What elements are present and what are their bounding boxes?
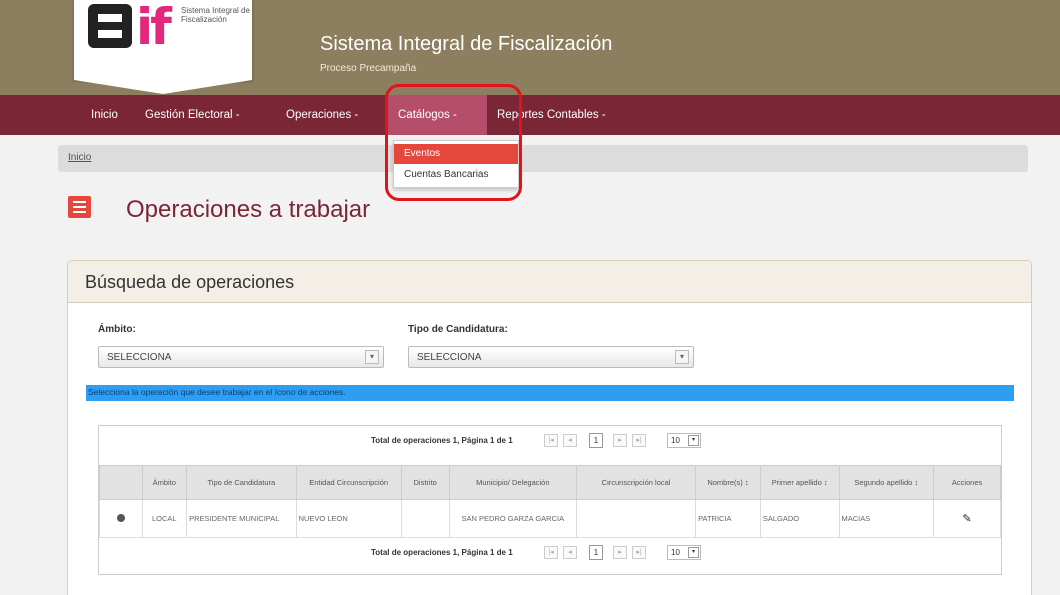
select-arrow-icon: ▾: [675, 350, 689, 364]
info-message: Selecciona la operación que desee trabaj…: [88, 387, 346, 397]
nav-item-gestion-electoral[interactable]: Gestión Electoral -: [145, 95, 240, 135]
table-header-row: Ámbito Tipo de Candidatura Entidad Circu…: [99, 465, 1001, 500]
pager-summary: Total de operaciones 1, Página 1 de 1: [371, 548, 513, 557]
column-header[interactable]: Nombre(s) ↕: [695, 465, 761, 500]
tipo-candidatura-select[interactable]: SELECCIONA ▾: [408, 346, 694, 368]
pager-summary: Total de operaciones 1, Página 1 de 1: [371, 436, 513, 445]
next-page-button[interactable]: ▸: [613, 546, 627, 559]
actions-cell[interactable]: ✎: [933, 499, 1001, 538]
current-page[interactable]: 1: [589, 433, 603, 448]
table-cell: SAN PEDRO GARZA GARCIA: [448, 499, 578, 538]
edit-pencil-icon[interactable]: ✎: [962, 513, 971, 525]
table-cell: [400, 499, 450, 538]
radio-select-icon[interactable]: [116, 513, 125, 522]
first-page-button[interactable]: |◂: [544, 434, 558, 447]
column-header[interactable]: Entidad Circunscripción: [295, 465, 402, 500]
first-page-button[interactable]: |◂: [544, 546, 558, 559]
operations-table: Ámbito Tipo de Candidatura Entidad Circu…: [99, 465, 1001, 538]
sif-logo[interactable]: if Sistema Integral de Fiscalización: [74, 0, 252, 94]
page-size-select[interactable]: 10 ▾: [667, 545, 701, 560]
nav-item-inicio[interactable]: Inicio: [91, 95, 118, 135]
panel-title: Búsqueda de operaciones: [85, 272, 295, 292]
last-page-button[interactable]: ▸|: [632, 434, 646, 447]
logo-if-mark: if: [136, 0, 172, 56]
app-header: if Sistema Integral de Fiscalización Sis…: [0, 0, 1060, 95]
select-arrow-icon: ▾: [688, 435, 699, 446]
operations-table-block: Total de operaciones 1, Página 1 de 1 |◂…: [98, 425, 1002, 575]
column-header: [99, 465, 143, 500]
row-select-cell[interactable]: [99, 499, 143, 538]
tipo-candidatura-select-value: SELECCIONA: [417, 352, 482, 363]
current-page[interactable]: 1: [589, 545, 603, 560]
column-header[interactable]: Segundo apellido ↕: [838, 465, 935, 500]
table-cell: [576, 499, 697, 538]
ambito-label: Ámbito:: [98, 324, 136, 335]
select-arrow-icon: ▾: [365, 350, 379, 364]
breadcrumb: Inicio: [58, 145, 1028, 172]
menu-icon[interactable]: [68, 196, 91, 218]
logo-text: Sistema Integral de Fiscalización: [181, 6, 250, 24]
table-cell: SALGADO: [759, 499, 840, 538]
column-header[interactable]: Circunscripción local: [576, 465, 697, 500]
system-title: Sistema Integral de Fiscalización: [320, 33, 613, 55]
table-row[interactable]: LOCAL PRESIDENTE MUNICIPAL NUEVO LEON SA…: [99, 499, 1001, 538]
prev-page-button[interactable]: ◂: [563, 434, 577, 447]
ambito-select-value: SELECCIONA: [107, 352, 172, 363]
table-cell: PATRICIA: [695, 499, 761, 538]
tipo-candidatura-label: Tipo de Candidatura:: [408, 324, 508, 335]
logo-s-mark: [88, 4, 132, 48]
table-cell: NUEVO LEON: [295, 499, 402, 538]
breadcrumb-home-link[interactable]: Inicio: [68, 152, 91, 163]
table-cell: LOCAL: [141, 499, 188, 538]
pager-bottom: Total de operaciones 1, Página 1 de 1 |◂…: [99, 538, 1001, 568]
info-message-bar: Selecciona la operación que desee trabaj…: [86, 385, 1014, 401]
column-header[interactable]: Primer apellido ↕: [759, 465, 840, 500]
main-navbar: Inicio Gestión Electoral - Operaciones -…: [0, 95, 1060, 135]
nav-item-operaciones[interactable]: Operaciones -: [286, 95, 358, 135]
column-header[interactable]: Distrito: [400, 465, 450, 500]
page-title: Operaciones a trabajar: [126, 196, 371, 223]
pager-top: Total de operaciones 1, Página 1 de 1 |◂…: [99, 426, 1001, 456]
table-cell: PRESIDENTE MUNICIPAL: [186, 499, 297, 538]
column-header[interactable]: Tipo de Candidatura: [186, 465, 297, 500]
panel-header: Búsqueda de operaciones: [68, 261, 1031, 303]
table-cell: MACIAS: [838, 499, 935, 538]
highlight-annotation-box: [385, 84, 522, 201]
process-subtitle: Proceso Precampaña: [320, 63, 417, 74]
column-header: Acciones: [933, 465, 1001, 500]
select-arrow-icon: ▾: [688, 547, 699, 558]
prev-page-button[interactable]: ◂: [563, 546, 577, 559]
next-page-button[interactable]: ▸: [613, 434, 627, 447]
column-header[interactable]: Ámbito: [141, 465, 188, 500]
column-header[interactable]: Municipio/ Delegación: [448, 465, 578, 500]
ambito-select[interactable]: SELECCIONA ▾: [98, 346, 384, 368]
last-page-button[interactable]: ▸|: [632, 546, 646, 559]
page-size-select[interactable]: 10 ▾: [667, 433, 701, 448]
